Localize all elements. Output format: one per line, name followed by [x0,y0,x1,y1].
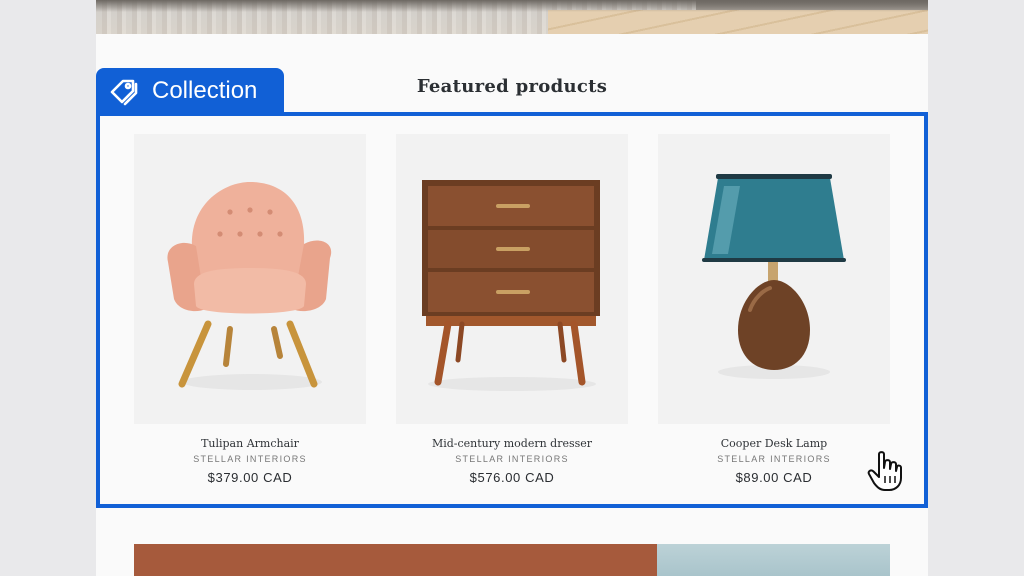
hand-pointer-icon [866,450,906,492]
tag-icon [108,75,140,107]
product-card-dresser[interactable]: Mid-century modern dresser STELLAR INTER… [396,134,628,485]
product-card-lamp[interactable]: Cooper Desk Lamp STELLAR INTERIORS $89.0… [658,134,890,485]
banner-right-image [657,544,890,576]
product-image-armchair[interactable] [134,134,366,424]
product-name[interactable]: Tulipan Armchair [134,437,366,450]
collection-tag[interactable]: Collection [96,68,284,114]
product-price: $379.00 CAD [207,470,293,485]
product-card-armchair[interactable]: Tulipan Armchair STELLAR INTERIORS $379.… [134,134,366,485]
product-price: $89.00 CAD [735,470,813,485]
product-vendor: STELLAR INTERIORS [455,454,569,464]
product-name[interactable]: Cooper Desk Lamp [658,437,890,450]
hero-image [96,0,928,34]
product-name[interactable]: Mid-century modern dresser [396,437,628,450]
collection-tag-label: Collection [152,77,258,104]
product-image-lamp[interactable] [658,134,890,424]
hero-floor [548,10,928,34]
product-vendor: STELLAR INTERIORS [193,454,307,464]
banner-left-panel [134,544,657,576]
product-price: $576.00 CAD [469,470,555,485]
product-vendor: STELLAR INTERIORS [717,454,831,464]
hero-shade [96,0,928,12]
product-image-dresser[interactable] [396,134,628,424]
next-section-banner [134,544,890,576]
